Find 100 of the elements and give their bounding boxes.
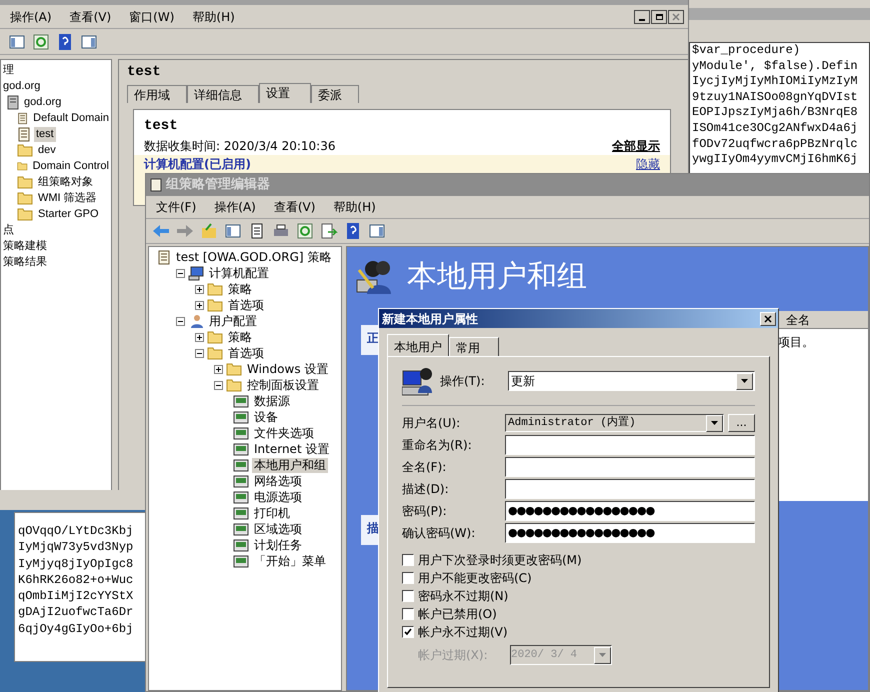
- section-title: 计算机配置(已启用): [144, 156, 251, 173]
- tree-item[interactable]: 区域选项: [252, 522, 304, 536]
- input-field[interactable]: [505, 479, 755, 499]
- input-field[interactable]: [505, 435, 755, 455]
- tab[interactable]: 作用域: [127, 85, 187, 103]
- tree-item[interactable]: 首选项: [226, 346, 266, 360]
- browse-button[interactable]: ...: [728, 414, 755, 432]
- minimize-button[interactable]: [634, 10, 650, 24]
- help-icon[interactable]: [56, 32, 74, 50]
- tree-item[interactable]: god.org: [22, 94, 64, 110]
- collapse-icon[interactable]: [195, 348, 204, 358]
- password-field[interactable]: ●●●●●●●●●●●●●●●●●: [505, 523, 755, 543]
- tree-item[interactable]: 控制面板设置: [245, 378, 321, 392]
- tree-item[interactable]: 本地用户和组: [252, 458, 328, 472]
- collapse-icon[interactable]: [214, 380, 223, 390]
- expand-icon[interactable]: [195, 300, 204, 310]
- tree-item[interactable]: 打印机: [252, 506, 292, 520]
- dropdown-button[interactable]: [736, 372, 753, 390]
- menu-item[interactable]: 查看(V): [70, 8, 112, 26]
- tree-item[interactable]: 组策略对象: [36, 174, 95, 190]
- export-list-icon[interactable]: [320, 222, 338, 240]
- tree-item[interactable]: 设备: [252, 410, 280, 424]
- tree-item[interactable]: 计算机配置: [207, 266, 271, 280]
- dropdown-button[interactable]: [706, 414, 723, 432]
- tree-item[interactable]: Starter GPO: [36, 206, 101, 222]
- checkbox-label: 密码永不过期(N): [418, 588, 508, 604]
- tree-item[interactable]: 电源选项: [252, 490, 304, 504]
- dropdown-button[interactable]: [594, 646, 611, 664]
- folder-icon: [17, 207, 33, 221]
- field-label: 帐户过期(X):: [418, 647, 489, 664]
- menu-item[interactable]: 帮助(H): [333, 198, 376, 216]
- refresh-icon[interactable]: [32, 32, 50, 50]
- tree-item[interactable]: 策略: [226, 282, 254, 296]
- tree-item[interactable]: 网络选项: [252, 474, 304, 488]
- tree-item[interactable]: 计划任务: [252, 538, 304, 552]
- expand-icon[interactable]: [195, 284, 204, 294]
- collapse-icon[interactable]: [176, 268, 185, 278]
- checkbox[interactable]: [402, 572, 414, 584]
- code-line: qOVqqO/LYtDc3Kbj: [18, 523, 134, 540]
- scroll-document-icon: [157, 250, 171, 264]
- tree-item[interactable]: Windows 设置: [245, 362, 330, 376]
- tab[interactable]: 本地用户: [387, 334, 449, 356]
- tab[interactable]: 委派: [311, 85, 359, 103]
- tree-item[interactable]: god.org: [1, 78, 42, 94]
- tree-item[interactable]: 理: [1, 62, 16, 78]
- settings-item-icon: [233, 394, 249, 408]
- menu-item[interactable]: 窗口(W): [129, 8, 174, 26]
- tree-item[interactable]: 点: [1, 222, 16, 238]
- expand-icon[interactable]: [195, 332, 204, 342]
- input-field[interactable]: [505, 457, 755, 477]
- checkbox[interactable]: [402, 626, 414, 638]
- folder-icon: [226, 362, 242, 376]
- checkbox[interactable]: [402, 608, 414, 620]
- tree-item[interactable]: 文件夹选项: [252, 426, 316, 440]
- action-pane-icon[interactable]: [80, 32, 98, 50]
- hide-link[interactable]: 隐藏: [636, 155, 660, 173]
- expand-icon[interactable]: [214, 364, 223, 374]
- close-button[interactable]: [668, 10, 684, 24]
- tab[interactable]: 常用: [449, 337, 499, 356]
- tree-item[interactable]: 策略建模: [1, 238, 49, 254]
- tab[interactable]: 设置: [259, 83, 311, 103]
- help-icon[interactable]: [344, 222, 362, 240]
- restore-button[interactable]: [651, 10, 667, 24]
- dialog-title: 新建本地用户属性: [382, 310, 478, 328]
- menu-item[interactable]: 操作(A): [10, 8, 52, 26]
- tree-item[interactable]: 数据源: [252, 394, 292, 408]
- console-tree-icon[interactable]: [224, 222, 242, 240]
- username-dropdown[interactable]: Administrator (内置): [505, 414, 724, 432]
- tab[interactable]: 详细信息: [187, 85, 259, 103]
- menu-item[interactable]: 文件(F): [156, 198, 196, 216]
- tree-item[interactable]: Domain Control: [30, 158, 111, 174]
- action-pane-icon[interactable]: [368, 222, 386, 240]
- tree-item[interactable]: test [OWA.GOD.ORG] 策略: [174, 250, 334, 264]
- tree-item[interactable]: 「开始」菜单: [252, 554, 328, 568]
- tree-item[interactable]: Default Domain: [31, 110, 111, 126]
- checkbox[interactable]: [402, 554, 414, 566]
- field-label: 密码(P):: [402, 503, 448, 520]
- tree-item[interactable]: Internet 设置: [252, 442, 332, 456]
- tree-item[interactable]: test: [34, 126, 56, 142]
- tree-item[interactable]: WMI 筛选器: [36, 190, 99, 206]
- tree-item[interactable]: dev: [36, 142, 58, 158]
- folder-icon: [226, 378, 242, 392]
- action-dropdown[interactable]: 更新: [508, 371, 755, 391]
- tree-item[interactable]: 首选项: [226, 298, 266, 312]
- checkbox[interactable]: [402, 590, 414, 602]
- field-label: 重命名为(R):: [402, 437, 473, 454]
- settings-item-icon: [233, 442, 249, 456]
- collapse-icon[interactable]: [176, 316, 185, 326]
- server-icon: [7, 94, 19, 110]
- tree-item[interactable]: 用户配置: [207, 314, 259, 328]
- console-tree-icon[interactable]: [8, 32, 26, 50]
- refresh-icon[interactable]: [296, 222, 314, 240]
- tree-item[interactable]: 策略: [226, 330, 254, 344]
- show-all-link[interactable]: 全部显示: [612, 137, 660, 155]
- settings-item-icon: [233, 538, 249, 552]
- tree-item[interactable]: 策略结果: [1, 254, 49, 270]
- menu-item[interactable]: 查看(V): [274, 198, 316, 216]
- menu-item[interactable]: 操作(A): [214, 198, 256, 216]
- menu-item[interactable]: 帮助(H): [192, 8, 235, 26]
- password-field[interactable]: ●●●●●●●●●●●●●●●●●: [505, 501, 755, 521]
